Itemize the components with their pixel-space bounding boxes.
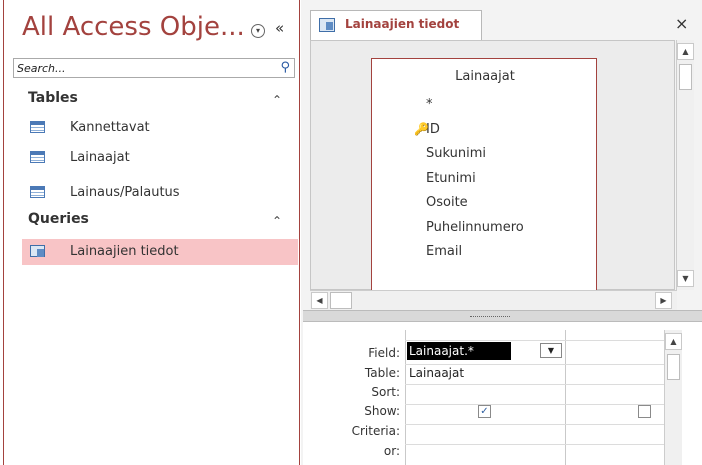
query-icon [319, 18, 335, 32]
horizontal-scrollbar[interactable]: ◀ ▶ [310, 290, 677, 310]
nav-pane-title[interactable]: All Access Obje... [22, 12, 245, 42]
nav-item-lainaajat[interactable]: Lainaajat [22, 145, 298, 171]
nav-border [3, 0, 4, 465]
field-item[interactable]: Osoite [396, 195, 524, 220]
field-name: Etunimi [426, 170, 476, 186]
grid-row-divider [405, 340, 665, 341]
scroll-right-icon[interactable]: ▶ [655, 292, 672, 309]
nav-item-lainaus-palautus[interactable]: Lainaus/Palautus [22, 180, 298, 206]
field-list-title: Lainaajat [455, 69, 515, 84]
grid-row-divider [405, 444, 665, 445]
field-item[interactable]: Puhelinnumero [396, 220, 524, 245]
field-list: * 🔑 ID Sukunimi Etunimi Osoite Puhelinnum… [396, 97, 524, 269]
grid-row-label-sort: Sort: [371, 385, 400, 399]
grid-row-label-table: Table: [364, 366, 400, 380]
table-icon [30, 151, 45, 163]
grid-row-label-show: Show: [364, 404, 400, 418]
primary-key-icon: 🔑 [414, 121, 429, 136]
scroll-left-icon[interactable]: ◀ [311, 292, 328, 309]
field-name: Osoite [426, 195, 468, 210]
field-item[interactable]: * [396, 97, 524, 122]
nav-item-label: Kannettavat [70, 120, 150, 135]
field-name: Email [426, 244, 463, 259]
search-icon[interactable]: ⚲ [280, 60, 290, 75]
group-header-tables[interactable]: Tables [28, 90, 78, 106]
nav-item-label: Lainaajat [70, 150, 130, 165]
table-icon [30, 121, 45, 133]
nav-item-kannettavat[interactable]: Kannettavat [22, 115, 298, 141]
nav-menu-button[interactable]: ▾ [251, 24, 265, 38]
query-icon [30, 245, 45, 257]
nav-item-label: Lainaajien tiedot [70, 244, 179, 259]
grid-row-divider [405, 384, 665, 385]
dropdown-arrow-icon[interactable]: ▼ [540, 343, 562, 358]
field-item[interactable]: Email [396, 244, 524, 269]
field-item[interactable]: 🔑 ID [396, 122, 524, 147]
search-box: ⚲ [13, 58, 295, 78]
group-header-queries[interactable]: Queries [28, 211, 89, 227]
chevron-up-icon[interactable]: ⌃ [272, 93, 282, 107]
field-list-lainaajat[interactable]: Lainaajat * 🔑 ID Sukunimi Etunimi Osoite … [371, 58, 597, 293]
scroll-up-icon[interactable]: ▲ [677, 43, 694, 60]
grid-row-label-criteria: Criteria: [351, 424, 400, 438]
grid-row-divider [405, 404, 665, 405]
close-tab-button[interactable]: × [675, 14, 688, 33]
document-tab[interactable]: Lainaajien tiedot [310, 10, 482, 40]
field-name: Sukunimi [426, 146, 486, 161]
grid-row-label-or: or: [383, 444, 400, 458]
search-input[interactable] [17, 60, 257, 76]
nav-item-label: Lainaus/Palautus [70, 185, 180, 200]
scroll-thumb[interactable] [667, 354, 680, 380]
splitter-grip[interactable] [470, 316, 510, 319]
table-icon [30, 186, 45, 198]
show-checkbox-column-1[interactable]: ✓ [478, 405, 491, 418]
table-cell-column-1[interactable]: Lainaajat [409, 366, 464, 380]
grid-row-label-field: Field: [368, 346, 400, 360]
scroll-thumb[interactable] [330, 292, 352, 309]
field-name: Puhelinnumero [426, 219, 524, 235]
grid-row-divider [405, 424, 665, 425]
field-item[interactable]: Etunimi [396, 171, 524, 196]
grid-row-divider [405, 364, 665, 365]
grid-vertical-scrollbar[interactable]: ▲ [664, 330, 682, 465]
scroll-thumb[interactable] [679, 64, 692, 90]
scroll-down-icon[interactable]: ▼ [677, 270, 694, 287]
field-cell-column-1[interactable]: Lainaajat.* [407, 342, 511, 360]
nav-item-lainaajien-tiedot[interactable]: Lainaajien tiedot [22, 239, 298, 265]
field-item[interactable]: Sukunimi [396, 146, 524, 171]
show-checkbox-column-2[interactable] [638, 405, 651, 418]
vertical-scrollbar[interactable]: ▲ ▼ [676, 40, 694, 290]
shutter-bar-collapse-button[interactable]: « [275, 19, 284, 37]
tab-label: Lainaajien tiedot [345, 17, 460, 31]
chevron-up-icon[interactable]: ⌃ [272, 214, 282, 228]
scroll-up-icon[interactable]: ▲ [665, 333, 682, 350]
field-name: * [426, 97, 433, 112]
